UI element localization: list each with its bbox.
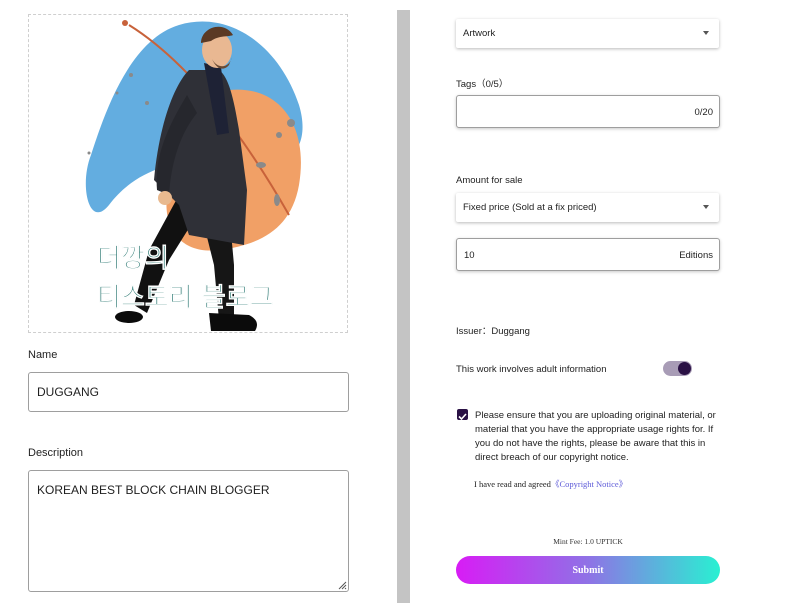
issuer-text: Issuer：Duggang	[456, 326, 530, 337]
description-value: KOREAN BEST BLOCK CHAIN BLOGGER	[37, 483, 270, 497]
artwork-upload-area[interactable]: 더깡의 티스토리 블로그	[28, 14, 348, 333]
amount-label: Amount for sale	[456, 175, 523, 186]
name-value: DUGGANG	[37, 385, 100, 399]
mint-fee: Mint Fee: 1.0 UPTICK	[553, 537, 623, 546]
sale-type-value: Fixed price (Sold at a fix priced)	[463, 202, 597, 213]
adult-content-label: This work involves adult information	[456, 364, 607, 375]
artwork-title-line1: 더깡의	[97, 244, 169, 274]
tags-label: Tags（0/5）	[456, 79, 509, 90]
rights-notice: Please ensure that you are uploading ori…	[475, 410, 716, 463]
check-icon	[458, 413, 467, 421]
description-label: Description	[28, 447, 84, 459]
editions-value: 10	[464, 250, 475, 261]
name-label: Name	[28, 349, 58, 361]
artwork-preview-image: 더깡의 티스토리 블로그	[85, 20, 303, 331]
description-textarea[interactable]: KOREAN BEST BLOCK CHAIN BLOGGER	[28, 470, 349, 592]
submit-button[interactable]: Submit	[456, 556, 720, 584]
tags-input[interactable]: 0/20	[456, 95, 720, 128]
name-input[interactable]: DUGGANG	[28, 372, 349, 412]
category-select[interactable]: Artwork	[456, 19, 719, 48]
toggle-knob	[678, 362, 691, 375]
resize-handle-icon[interactable]	[337, 580, 347, 590]
caret-down-icon	[703, 205, 709, 209]
agree-text: I have read and agreed	[474, 479, 551, 489]
copyright-notice-link[interactable]: 《Copyright Notice》	[551, 479, 627, 489]
agreement-line: I have read and agreed《Copyright Notice》	[474, 478, 627, 490]
editions-input[interactable]: 10 Editions	[456, 238, 720, 271]
rights-checkbox[interactable]	[457, 409, 468, 421]
panel-divider	[397, 10, 410, 603]
tags-counter: 0/20	[694, 107, 714, 118]
artwork-title-line2: 티스토리 블로그	[97, 283, 274, 313]
sale-type-select[interactable]: Fixed price (Sold at a fix priced)	[456, 193, 719, 222]
editions-suffix: Editions	[679, 250, 713, 261]
caret-down-icon	[703, 31, 709, 35]
category-value: Artwork	[463, 28, 496, 39]
